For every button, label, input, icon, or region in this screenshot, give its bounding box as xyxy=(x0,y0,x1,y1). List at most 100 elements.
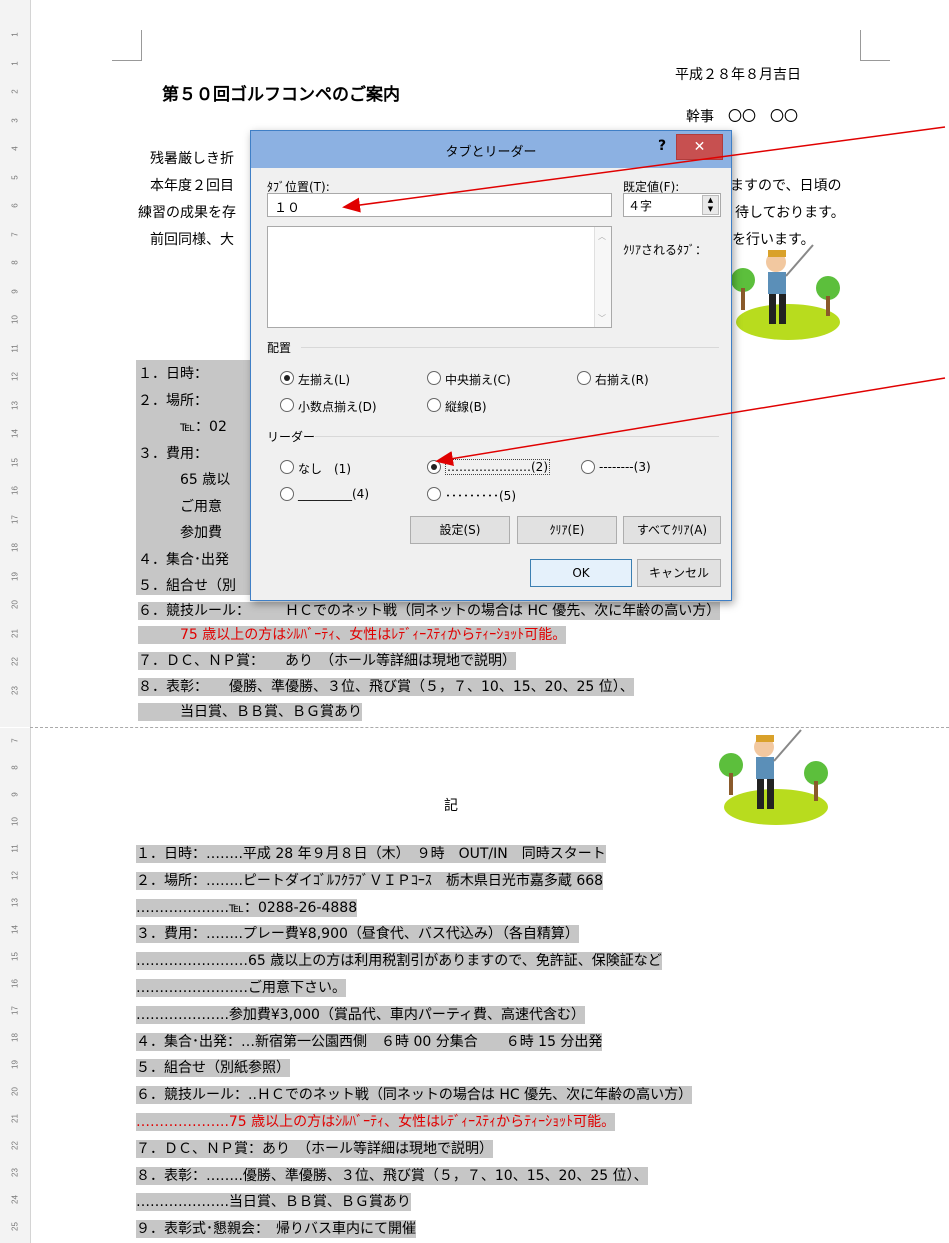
doc-top-item: ３．費用： xyxy=(138,445,208,462)
ruler-number: 1 xyxy=(10,32,20,37)
crop-mark-right xyxy=(860,60,890,61)
close-button[interactable]: ✕ xyxy=(676,134,723,160)
doc-item6: ６．競技ルール： ＨＣでのネット戦（同ネットの場合は HC 優先、次に年齢の高い… xyxy=(138,602,721,620)
doc-bottom-line: ２．場所：……..ピートダイｺﾞﾙﾌｸﾗﾌﾞＶＩＰｺｰｽ 栃木県日光市嘉多蔵 6… xyxy=(136,871,604,890)
clear-all-button[interactable]: すべてｸﾘｱ(A) xyxy=(623,516,721,544)
ruler-number: 15 xyxy=(10,457,20,467)
doc-bottom-line: ……………………65 歳以上の方は利用税割引がありますので、免許証、保険証など xyxy=(136,952,662,971)
doc-item8: ８．表彰： 優勝、準優勝、３位、飛び賞（５，７、10、15、20、25 位）、 xyxy=(138,678,634,696)
doc-para1: 残暑厳しき折 xyxy=(150,151,234,167)
ruler-number: 11 xyxy=(10,844,20,853)
doc-para2b: ますので、日頃の xyxy=(730,178,842,194)
alignment-group-label: 配置 xyxy=(267,341,292,355)
align-left-radio[interactable] xyxy=(280,371,294,385)
align-decimal-radio[interactable] xyxy=(280,398,294,412)
crop-mark-right-v xyxy=(860,30,861,60)
ok-button[interactable]: OK xyxy=(530,559,632,587)
scroll-down-icon[interactable]: ﹀ xyxy=(598,313,606,324)
align-center-radio[interactable] xyxy=(427,371,441,385)
default-tab-spinner[interactable]: ４字 ▲ ▼ xyxy=(623,193,721,217)
align-right-radio[interactable] xyxy=(577,371,591,385)
align-bar-radio[interactable] xyxy=(427,398,441,412)
list-scrollbar[interactable]: ︿ ﹀ xyxy=(594,227,611,327)
doc-top-item: ５．組合せ（別 xyxy=(138,578,236,594)
align-center-label[interactable]: 中央揃え(C) xyxy=(445,371,511,388)
scroll-up-icon[interactable]: ︿ xyxy=(598,231,606,242)
clear-button[interactable]: ｸﾘｱ(E) xyxy=(517,516,617,544)
align-right-label[interactable]: 右揃え(R) xyxy=(595,371,649,388)
ruler-number: 19 xyxy=(10,1060,20,1069)
help-button[interactable]: ? xyxy=(651,135,673,157)
spinner-arrows-icon[interactable]: ▲ ▼ xyxy=(702,195,719,215)
leader-dash-radio[interactable] xyxy=(581,460,595,474)
ruler-number: 13 xyxy=(10,400,20,410)
doc-bottom-line: ………………..参加費¥3,000（賞品代、車内パーティ費、高速代含む） xyxy=(136,1005,586,1024)
leader-none-label[interactable]: なし (1) xyxy=(298,460,351,477)
doc-bottom-line: ７．ＤＣ、ＮＰ賞：あり （ホール等詳細は現地で説明） xyxy=(136,1139,493,1158)
ruler-number: 8 xyxy=(10,765,20,770)
doc-bottom-line: ９．表彰式･懇親会： 帰りバス車内にて開催 xyxy=(136,1220,416,1239)
ruler-number: 14 xyxy=(10,429,20,438)
ruler-number: 14 xyxy=(10,925,20,934)
clear-tabs-label: ｸﾘｱされるﾀﾌﾞ： xyxy=(623,243,708,257)
ruler-number: 2 xyxy=(10,89,20,94)
doc-bottom-line: ４．集合･出発：…新宿第一公園西側 ６時 00 分集合 ６時 15 分出発 xyxy=(136,1032,603,1051)
cancel-button[interactable]: キャンセル xyxy=(637,559,721,587)
doc-top-item: ℡：02 xyxy=(138,419,227,435)
ruler-number: 9 xyxy=(10,288,20,294)
ruler-number: 18 xyxy=(10,543,20,552)
align-decimal-label[interactable]: 小数点揃え(D) xyxy=(298,398,377,415)
ruler-number: 11 xyxy=(10,343,20,353)
vertical-ruler-bottom: 7 8 9 10 11 12 13 14 15 16 17 18 19 20 21 22 23 24 25 xyxy=(0,728,31,1243)
ruler-number: 16 xyxy=(10,486,20,495)
doc-top-item: １．日時： xyxy=(138,366,208,382)
doc-top-item: 参加費 xyxy=(138,525,222,541)
doc-bottom-line: ５．組合せ（別紙参照） xyxy=(136,1059,290,1078)
ruler-number: 17 xyxy=(10,514,20,524)
set-button[interactable]: 設定(S) xyxy=(410,516,510,544)
doc-bottom-line: ６．競技ルール：..ＨＣでのネット戦（同ネットの場合は HC 優先、次に年齢の高… xyxy=(136,1086,693,1105)
leader-dots-label[interactable]: …………………(2) xyxy=(445,459,550,475)
ruler-number: 21 xyxy=(10,1114,20,1123)
doc-top-item: ４．集合･出発 xyxy=(138,551,229,568)
doc-item6-red: 75 歳以上の方はｼﾙﾊﾞｰﾃｨ、女性はﾚﾃﾞｨｰｽﾃｨからﾃｨｰｼｮｯﾄ可能。 xyxy=(138,626,567,644)
golfer-illustration-bottom xyxy=(719,729,828,825)
leader-divider xyxy=(315,436,719,437)
ruler-number: 7 xyxy=(10,738,20,743)
ruler-number: 17 xyxy=(10,1006,20,1015)
leader-none-radio[interactable] xyxy=(280,460,294,474)
leader-middot-radio[interactable] xyxy=(427,487,441,501)
default-tab-value: ４字 xyxy=(628,199,653,213)
ruler-number: 9 xyxy=(10,792,20,797)
ruler-number: 15 xyxy=(10,952,20,961)
ruler-number: 19 xyxy=(10,571,20,581)
ruler-number: 10 xyxy=(10,817,20,826)
ruler-number: 20 xyxy=(10,1087,20,1096)
leader-dash-label[interactable]: --------(3) xyxy=(599,460,651,474)
crop-mark-left-v xyxy=(141,30,142,60)
doc-top-item: ご用意 xyxy=(138,498,222,515)
doc-bottom-line: ３．費用：……..プレー費¥8,900（昼食代、バス代込み）（各自精算） xyxy=(136,925,579,944)
ruler-number: 22 xyxy=(10,657,20,666)
ruler-number: 7 xyxy=(10,231,20,237)
doc-item7: ７．ＤＣ、ＮＰ賞： あり （ホール等詳細は現地で説明） xyxy=(138,652,516,670)
ruler-number: 8 xyxy=(10,260,20,265)
align-bar-label[interactable]: 縦線(B) xyxy=(445,398,487,415)
doc-bottom-line: ……………………ご用意下さい。 xyxy=(136,979,346,997)
ruler-number: 18 xyxy=(10,1033,20,1042)
tab-stop-list[interactable]: ︿ ﹀ xyxy=(267,226,612,328)
leader-underline-radio[interactable] xyxy=(280,487,294,501)
leader-middot-label[interactable]: ･････････(5) xyxy=(445,487,516,504)
ruler-number: 20 xyxy=(10,600,20,609)
doc-top-item: 65 歳以 xyxy=(138,472,231,488)
align-left-label[interactable]: 左揃え(L) xyxy=(298,371,350,388)
leader-underline-label[interactable]: _________(4) xyxy=(298,487,369,501)
ruler-number: 13 xyxy=(10,898,20,907)
leader-dots-radio[interactable] xyxy=(427,460,441,474)
ruler-number: 3 xyxy=(10,117,20,123)
doc-bottom-line: １．日時：……..平成 28 年９月８日（木） ９時 OUT/IN 同時スタート xyxy=(136,845,606,863)
alignment-divider xyxy=(301,347,719,348)
doc-top-item: ２．場所： xyxy=(138,392,208,409)
ruler-number: 21 xyxy=(10,628,20,638)
tab-position-input[interactable]: １０ xyxy=(267,193,612,217)
